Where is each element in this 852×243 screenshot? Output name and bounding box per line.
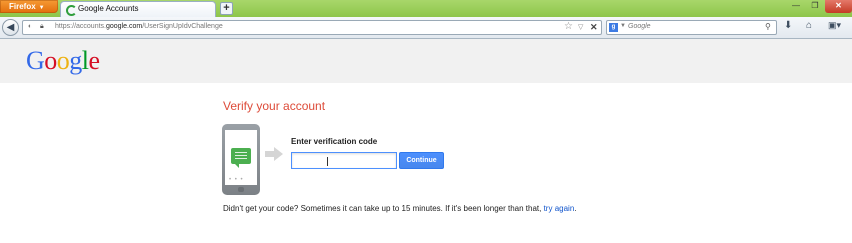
search-bar[interactable]: g ▼ Google ⚲ (606, 20, 777, 35)
close-icon[interactable]: ✕ (825, 0, 852, 13)
new-tab-button[interactable]: + (220, 2, 233, 15)
page-title: Verify your account (223, 99, 326, 113)
firefox-menu-label: Firefox (9, 2, 36, 11)
window-titlebar: Firefox ▼ Google Accounts + — ❐ ✕ (0, 0, 852, 17)
url-text[interactable]: https://accounts.google.com/UserSignUpId… (55, 23, 223, 30)
help-text: Didn't get your code? Sometimes it can t… (223, 204, 577, 213)
verification-code-input[interactable] (291, 152, 397, 169)
url-path: /UserSignUpIdvChallenge (142, 23, 223, 30)
verification-code-label: Enter verification code (291, 137, 378, 146)
search-placeholder: Google (628, 23, 651, 30)
phone-home-button (238, 187, 244, 192)
phone-illustration: • • • (222, 124, 260, 195)
download-icon[interactable]: ⬇ (784, 20, 792, 31)
bookmark-star-icon[interactable]: ☆ (564, 21, 573, 32)
back-arrow-icon[interactable]: ◀ (2, 19, 19, 36)
url-prefix: https://accounts. (55, 23, 106, 30)
text-cursor (327, 157, 328, 166)
firefox-menu-button[interactable]: Firefox ▼ (0, 0, 58, 13)
more-icon[interactable]: ▣▾ (828, 20, 841, 31)
identity-icon[interactable]: ◐ (28, 23, 32, 30)
home-icon[interactable]: ⌂ (806, 20, 812, 31)
help-text-end: . (574, 204, 577, 213)
minimize-icon[interactable]: — (787, 0, 805, 13)
tab-google-accounts[interactable]: Google Accounts (60, 1, 216, 17)
magnifier-icon[interactable]: ⚲ (765, 22, 771, 31)
dropdown-icon[interactable]: ▽ (578, 23, 583, 31)
url-bar[interactable]: ◐ 🔒︎ https://accounts.google.com/UserSig… (22, 20, 602, 35)
stop-icon[interactable]: ✕ (590, 22, 598, 33)
navigation-toolbar: ◀ ◐ 🔒︎ https://accounts.google.com/UserS… (0, 17, 852, 39)
loading-spinner-icon (66, 5, 77, 16)
page-header: Google (0, 39, 852, 83)
logo-letter: G (26, 46, 45, 75)
message-bubble-icon (231, 148, 251, 168)
logo-letter: o (44, 46, 57, 75)
google-search-engine-icon[interactable]: g (609, 23, 618, 32)
chevron-down-icon: ▼ (38, 5, 45, 11)
lock-icon: 🔒︎ (40, 23, 44, 30)
google-logo[interactable]: Google (26, 47, 100, 75)
logo-letter: g (69, 46, 82, 75)
maximize-icon[interactable]: ❐ (806, 0, 824, 13)
logo-letter: o (56, 46, 70, 75)
phone-screen: • • • (225, 130, 257, 185)
chevron-down-icon[interactable]: ▼ (620, 23, 626, 29)
help-text-body: Didn't get your code? Sometimes it can t… (223, 204, 544, 213)
logo-letter: l (81, 46, 89, 75)
try-again-link[interactable]: try again (544, 204, 575, 213)
tab-label: Google Accounts (78, 4, 139, 13)
continue-button[interactable]: Continue (399, 152, 444, 169)
logo-letter: e (88, 46, 101, 75)
phone-dots: • • • (229, 177, 244, 183)
url-domain: google.com (105, 23, 143, 30)
